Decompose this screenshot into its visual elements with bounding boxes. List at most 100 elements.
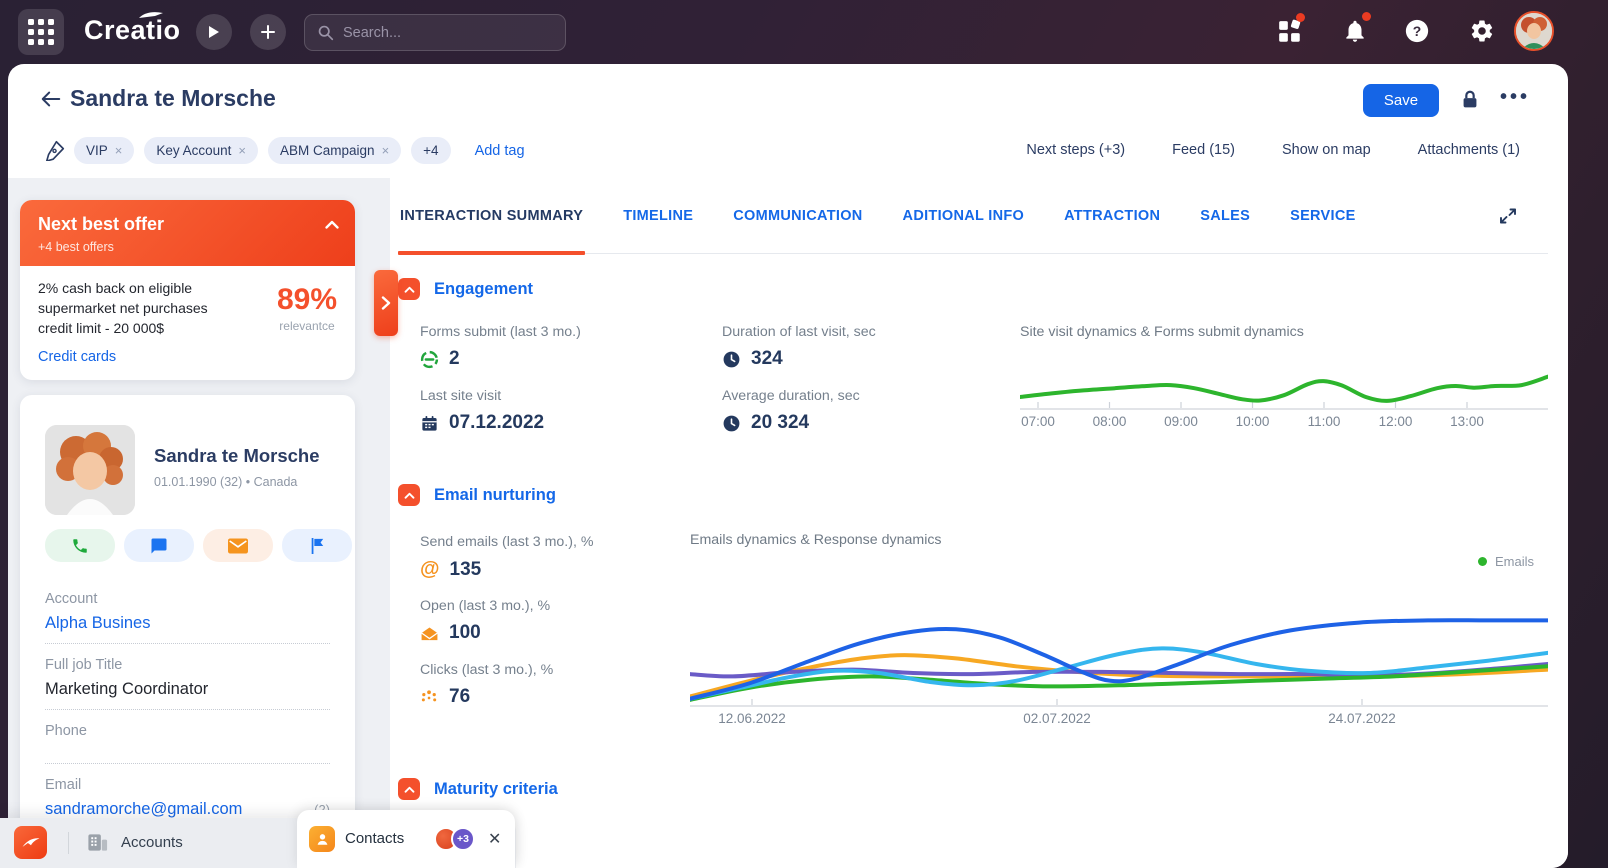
field-label: Account	[45, 591, 330, 607]
marketplace-apps-icon[interactable]	[1277, 19, 1303, 45]
account-link[interactable]: Alpha Busines	[45, 614, 330, 634]
tab-service[interactable]: SERVICE	[1290, 178, 1356, 254]
contact-fields: Account Alpha Busines Full job Title Mar…	[45, 591, 330, 843]
field-label: Email	[45, 777, 330, 793]
user-avatar-photo	[1516, 13, 1552, 49]
next-steps-link[interactable]: Next steps (+3)	[1026, 142, 1125, 158]
chevron-up-icon	[404, 492, 415, 499]
settings-gear-icon[interactable]	[1469, 18, 1495, 44]
taskbar-item-label: Accounts	[121, 834, 183, 851]
remove-tag-icon[interactable]: ×	[382, 143, 390, 158]
help-icon[interactable]: ?	[1404, 18, 1430, 44]
field-label: Phone	[45, 723, 330, 739]
more-contacts-badge: +3	[451, 827, 475, 851]
apps-notification-dot	[1296, 13, 1305, 22]
contact-photo[interactable]	[45, 425, 135, 515]
record-tabs-area: INTERACTION SUMMARY TIMELINE COMMUNICATI…	[390, 178, 1568, 868]
chevron-right-icon	[381, 296, 391, 310]
field-job-title: Full job Title Marketing Coordinator	[45, 657, 330, 710]
field-phone: Phone	[45, 723, 330, 764]
user-avatar[interactable]	[1514, 11, 1554, 51]
search-input[interactable]	[343, 25, 543, 41]
tags-row: VIP× Key Account× ABM Campaign × +4 Add t…	[74, 137, 525, 164]
open-email-icon	[420, 625, 439, 641]
attachments-link[interactable]: Attachments (1)	[1418, 142, 1520, 158]
metric-label: Send emails (last 3 mo.), %	[420, 534, 710, 550]
chart-title: Emails dynamics & Response dynamics	[690, 532, 1548, 548]
x-axis-tick-label: 08:00	[1070, 414, 1150, 429]
x-axis-tick-label: 12.06.2022	[712, 711, 792, 726]
taskbar-item-accounts[interactable]: Accounts	[86, 831, 183, 854]
offer-card-header[interactable]: Next best offer +4 best offers	[20, 200, 355, 266]
save-button[interactable]: Save	[1363, 84, 1439, 117]
search-icon	[317, 24, 334, 41]
metric-value: 100	[449, 622, 481, 644]
tab-interaction-summary[interactable]: INTERACTION SUMMARY	[400, 178, 583, 254]
chart-legend: Emails	[1478, 554, 1534, 569]
field-label: Full job Title	[45, 657, 330, 673]
more-actions-button[interactable]: •••	[1500, 86, 1530, 109]
notifications-bell-icon[interactable]	[1342, 18, 1368, 44]
tag-chip-abm-campaign[interactable]: ABM Campaign ×	[268, 137, 401, 164]
phone-value[interactable]	[45, 746, 330, 754]
contact-meta: 01.01.1990 (32) • Canada	[154, 475, 297, 489]
offer-relevance: 89% relevantce	[277, 279, 337, 339]
tab-sales[interactable]: SALES	[1200, 178, 1250, 254]
add-button[interactable]	[250, 14, 286, 50]
grid-icon	[28, 19, 54, 45]
clicks-dots-icon	[420, 689, 439, 706]
creatio-logo[interactable]: Creatio	[84, 15, 181, 46]
global-search[interactable]	[304, 14, 566, 51]
tab-timeline[interactable]: TIMELINE	[623, 178, 693, 254]
tag-label: ABM Campaign	[280, 143, 375, 158]
back-arrow-icon[interactable]	[40, 89, 62, 109]
top-bar: Creatio ?	[0, 0, 1608, 64]
offer-title: Next best offer	[38, 214, 337, 235]
collapse-section-icon[interactable]	[398, 484, 420, 506]
person-icon	[315, 832, 330, 847]
app-grid-button[interactable]	[18, 9, 64, 55]
tag-chip-key-account[interactable]: Key Account×	[144, 137, 258, 164]
call-button[interactable]	[45, 529, 115, 562]
taskbar-item-contacts-active[interactable]: Contacts +3 ✕	[297, 810, 515, 868]
tag-chip-vip[interactable]: VIP×	[74, 137, 134, 164]
lock-icon[interactable]	[1459, 89, 1481, 111]
email-nurturing-section-header[interactable]: Email nurturing	[398, 484, 556, 506]
field-account: Account Alpha Busines	[45, 591, 330, 644]
creatio-taskbar-logo[interactable]	[14, 826, 47, 859]
maturity-criteria-section-header[interactable]: Maturity criteria	[398, 778, 558, 800]
relevance-value: 89%	[277, 283, 337, 317]
feed-link[interactable]: Feed (15)	[1172, 142, 1235, 158]
tab-communication[interactable]: COMMUNICATION	[733, 178, 862, 254]
credit-cards-link[interactable]: Credit cards	[38, 349, 116, 365]
show-on-map-link[interactable]: Show on map	[1282, 142, 1371, 158]
tab-attraction[interactable]: ATTRACTION	[1064, 178, 1160, 254]
remove-tag-icon[interactable]: ×	[238, 143, 246, 158]
tab-aditional-info[interactable]: ADITIONAL INFO	[903, 178, 1025, 254]
metric-value: 324	[751, 348, 783, 370]
chat-button[interactable]	[124, 529, 194, 562]
at-icon: @	[420, 558, 440, 581]
engagement-section-header[interactable]: Engagement	[398, 278, 533, 300]
add-tag-button[interactable]: Add tag	[475, 143, 525, 159]
play-button[interactable]	[196, 14, 232, 50]
close-icon[interactable]: ✕	[488, 829, 501, 849]
email-button[interactable]	[203, 529, 273, 562]
flag-icon	[309, 537, 325, 555]
quick-links: Next steps (+3) Feed (15) Show on map At…	[1026, 142, 1520, 158]
collapse-panel-handle[interactable]	[374, 270, 398, 336]
job-title-value: Marketing Coordinator	[45, 680, 330, 700]
x-axis-tick-label: 12:00	[1356, 414, 1436, 429]
metric-value: 76	[449, 686, 470, 708]
email-link[interactable]: sandramorche@gmail.com	[45, 800, 330, 820]
metric-value: 20 324	[751, 412, 809, 434]
phone-icon	[71, 537, 89, 555]
tag-overflow-chip[interactable]: +4	[411, 137, 450, 164]
collapse-section-icon[interactable]	[398, 778, 420, 800]
expand-icon[interactable]	[1498, 206, 1518, 226]
chevron-up-icon[interactable]	[325, 220, 339, 229]
remove-tag-icon[interactable]: ×	[115, 143, 123, 158]
collapse-section-icon[interactable]	[398, 278, 420, 300]
flag-button[interactable]	[282, 529, 352, 562]
clock-icon	[722, 350, 741, 369]
